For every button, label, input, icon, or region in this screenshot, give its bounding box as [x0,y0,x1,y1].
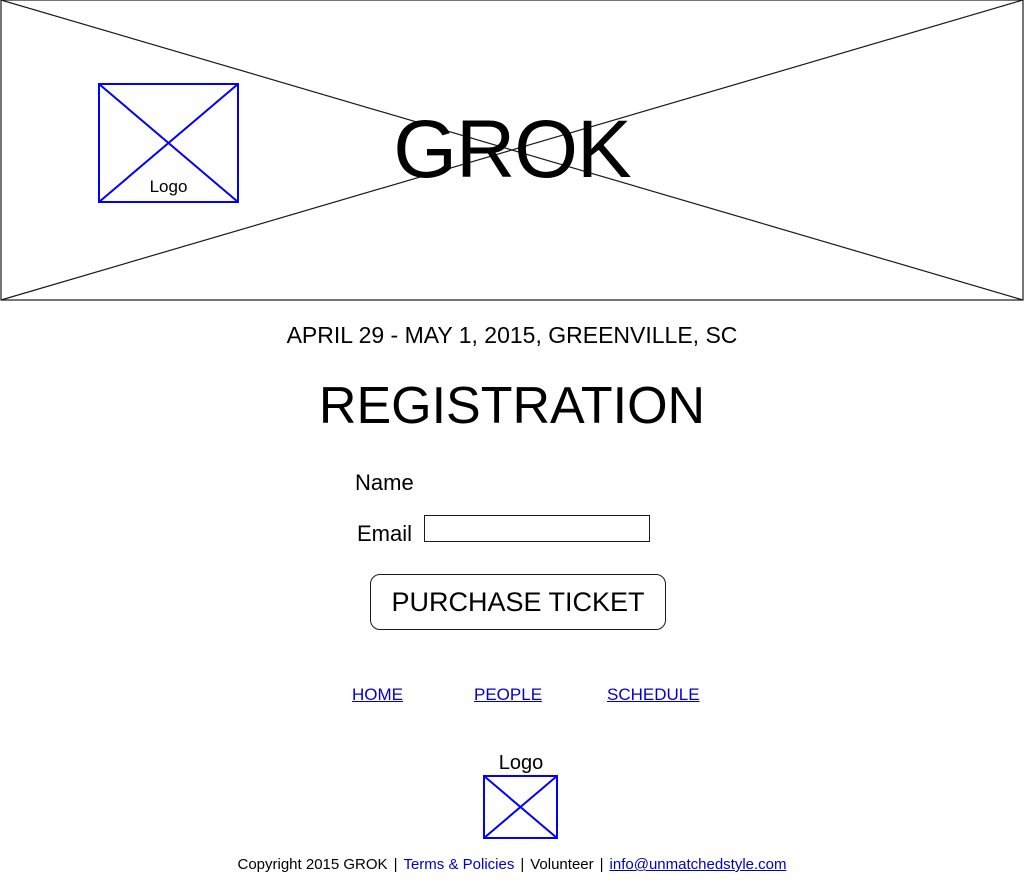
event-date-location: APRIL 29 - MAY 1, 2015, GREENVILLE, SC [286,322,738,348]
email-label: Email [357,521,413,546]
email-field[interactable] [424,515,650,542]
footer-logo-label: Logo [498,752,544,774]
nav-link-people[interactable]: PEOPLE [474,684,542,706]
nav-link-home[interactable]: HOME [352,684,403,706]
header-logo[interactable]: Logo [98,83,239,203]
footer-bar: Copyright 2015 GROK | Terms & Policies | Vol… [0,855,1024,875]
purchase-ticket-button[interactable]: PURCHASE TICKET [370,574,666,630]
footer-volunteer[interactable]: Volunteer [530,856,593,873]
hero-image-placeholder: GROK Logo [0,0,1024,301]
footer-terms-link[interactable]: Terms & Policies [403,856,514,873]
name-label: Name [355,470,414,495]
footer-copyright: Copyright 2015 GROK [237,856,388,873]
page-title: REGISTRATION [318,377,706,435]
footer-separator: | [520,856,525,873]
nav-link-schedule[interactable]: SCHEDULE [607,684,700,706]
logo-placeholder-icon [483,775,558,839]
header-logo-label: Logo [149,177,188,196]
footer-separator: | [393,856,398,873]
footer-email-link[interactable]: info@unmatchedstyle.com [610,856,787,873]
footer-separator: | [599,856,604,873]
footer-logo[interactable] [483,775,558,839]
